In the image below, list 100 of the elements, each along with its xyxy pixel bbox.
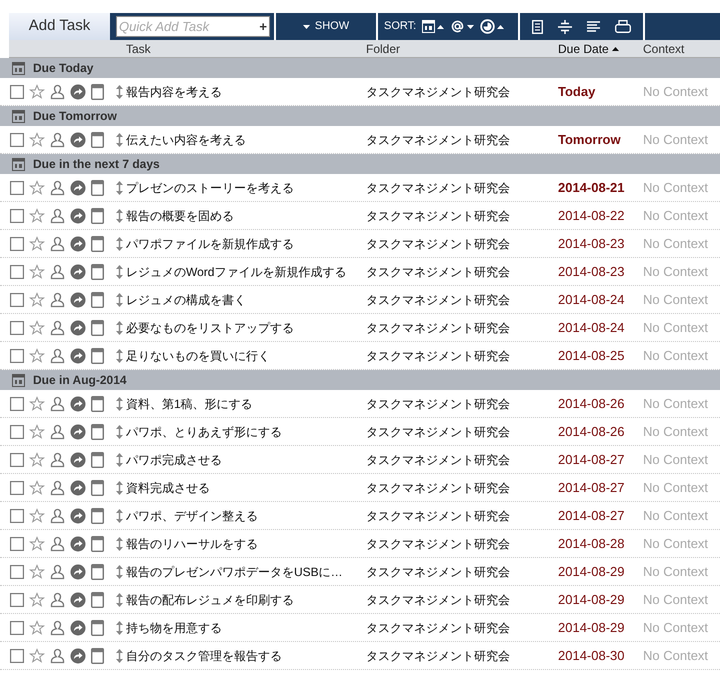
drag-handle-icon[interactable]: [115, 564, 124, 578]
checkbox[interactable]: [10, 508, 24, 522]
show-button[interactable]: SHOW: [276, 13, 376, 40]
checkbox[interactable]: [10, 208, 24, 222]
task-title[interactable]: 報告の概要を固める: [126, 206, 366, 224]
note-icon[interactable]: [91, 592, 104, 608]
folder-name[interactable]: タスクマネジメント研究会: [366, 618, 558, 636]
task-title[interactable]: パワポ完成させる: [126, 450, 366, 468]
folder-name[interactable]: タスクマネジメント研究会: [366, 450, 558, 468]
checkbox[interactable]: [10, 236, 24, 250]
drag-handle-icon[interactable]: [115, 236, 124, 250]
task-title[interactable]: パワポファイルを新規作成する: [126, 234, 366, 252]
task-title[interactable]: 自分のタスク管理を報告する: [126, 646, 366, 664]
folder-name[interactable]: タスクマネジメント研究会: [366, 590, 558, 608]
column-header[interactable]: Due Date: [558, 40, 643, 58]
checkbox[interactable]: [10, 480, 24, 494]
note-icon[interactable]: [91, 424, 104, 440]
person-icon[interactable]: [50, 536, 65, 552]
note-icon[interactable]: [91, 132, 104, 148]
note-icon[interactable]: [91, 480, 104, 496]
drag-handle-icon[interactable]: [115, 452, 124, 466]
due-date[interactable]: 2014-08-26: [558, 394, 643, 414]
folder-name[interactable]: タスクマネジメント研究会: [366, 178, 558, 196]
due-date[interactable]: 2014-08-26: [558, 422, 643, 442]
due-date[interactable]: 2014-08-28: [558, 534, 643, 554]
drag-handle-icon[interactable]: [115, 320, 124, 334]
person-icon[interactable]: [50, 564, 65, 580]
task-title[interactable]: パワポ、デザイン整える: [126, 506, 366, 524]
person-icon[interactable]: [50, 424, 65, 440]
folder-name[interactable]: タスクマネジメント研究会: [366, 478, 558, 496]
due-date[interactable]: 2014-08-27: [558, 506, 643, 526]
column-header[interactable]: Task: [126, 40, 366, 58]
due-date[interactable]: 2014-08-29: [558, 562, 643, 582]
star-icon[interactable]: [29, 452, 45, 468]
person-icon[interactable]: [50, 208, 65, 224]
folder-name[interactable]: タスクマネジメント研究会: [366, 318, 558, 336]
checkbox[interactable]: [10, 348, 24, 362]
drag-handle-icon[interactable]: [115, 348, 124, 362]
star-icon[interactable]: [29, 348, 45, 364]
collapse-icon[interactable]: [558, 20, 572, 34]
drag-handle-icon[interactable]: [115, 536, 124, 550]
task-title[interactable]: プレゼンのストーリーを考える: [126, 178, 366, 196]
star-icon[interactable]: [29, 592, 45, 608]
due-date[interactable]: 2014-08-29: [558, 618, 643, 638]
checkbox[interactable]: [10, 84, 24, 98]
checkbox[interactable]: [10, 292, 24, 306]
checkbox[interactable]: [10, 320, 24, 334]
folder-name[interactable]: タスクマネジメント研究会: [366, 394, 558, 412]
person-icon[interactable]: [50, 132, 65, 148]
due-date[interactable]: Today: [558, 82, 643, 102]
drag-handle-icon[interactable]: [115, 592, 124, 606]
person-icon[interactable]: [50, 452, 65, 468]
folder-name[interactable]: タスクマネジメント研究会: [366, 534, 558, 552]
note-icon[interactable]: [91, 396, 104, 412]
drag-handle-icon[interactable]: [115, 132, 124, 146]
drag-handle-icon[interactable]: [115, 292, 124, 306]
note-icon[interactable]: [91, 452, 104, 468]
task-title[interactable]: 報告内容を考える: [126, 82, 366, 100]
drag-handle-icon[interactable]: [115, 396, 124, 410]
task-title[interactable]: 伝えたい内容を考える: [126, 130, 366, 148]
folder-name[interactable]: タスクマネジメント研究会: [366, 422, 558, 440]
folder-name[interactable]: タスクマネジメント研究会: [366, 82, 558, 100]
drag-handle-icon[interactable]: [115, 180, 124, 194]
checkbox[interactable]: [10, 264, 24, 278]
sort-context-button[interactable]: [450, 19, 474, 34]
task-title[interactable]: 資料、第1稿、形にする: [126, 394, 366, 412]
due-date[interactable]: 2014-08-23: [558, 234, 643, 254]
star-icon[interactable]: [29, 292, 45, 308]
star-icon[interactable]: [29, 564, 45, 580]
note-icon[interactable]: [91, 508, 104, 524]
person-icon[interactable]: [50, 84, 65, 100]
due-date[interactable]: 2014-08-27: [558, 450, 643, 470]
star-icon[interactable]: [29, 620, 45, 636]
note-icon[interactable]: [91, 180, 104, 196]
folder-name[interactable]: タスクマネジメント研究会: [366, 206, 558, 224]
checkbox[interactable]: [10, 452, 24, 466]
due-date[interactable]: 2014-08-22: [558, 206, 643, 226]
star-icon[interactable]: [29, 132, 45, 148]
star-icon[interactable]: [29, 236, 45, 252]
document-icon[interactable]: [532, 20, 543, 34]
note-icon[interactable]: [91, 84, 104, 100]
task-title[interactable]: 持ち物を用意する: [126, 618, 366, 636]
note-icon[interactable]: [91, 348, 104, 364]
task-title[interactable]: 必要なものをリストアップする: [126, 318, 366, 336]
person-icon[interactable]: [50, 292, 65, 308]
quick-add-field[interactable]: Quick Add Task +: [116, 16, 270, 37]
star-icon[interactable]: [29, 320, 45, 336]
due-date[interactable]: Tomorrow: [558, 130, 643, 150]
drag-handle-icon[interactable]: [115, 648, 124, 662]
note-icon[interactable]: [91, 620, 104, 636]
column-header[interactable]: Folder: [366, 40, 558, 58]
drag-handle-icon[interactable]: [115, 264, 124, 278]
align-left-icon[interactable]: [587, 20, 600, 32]
checkbox[interactable]: [10, 424, 24, 438]
folder-name[interactable]: タスクマネジメント研究会: [366, 262, 558, 280]
note-icon[interactable]: [91, 320, 104, 336]
due-date[interactable]: 2014-08-23: [558, 262, 643, 282]
note-icon[interactable]: [91, 536, 104, 552]
person-icon[interactable]: [50, 592, 65, 608]
drag-handle-icon[interactable]: [115, 424, 124, 438]
